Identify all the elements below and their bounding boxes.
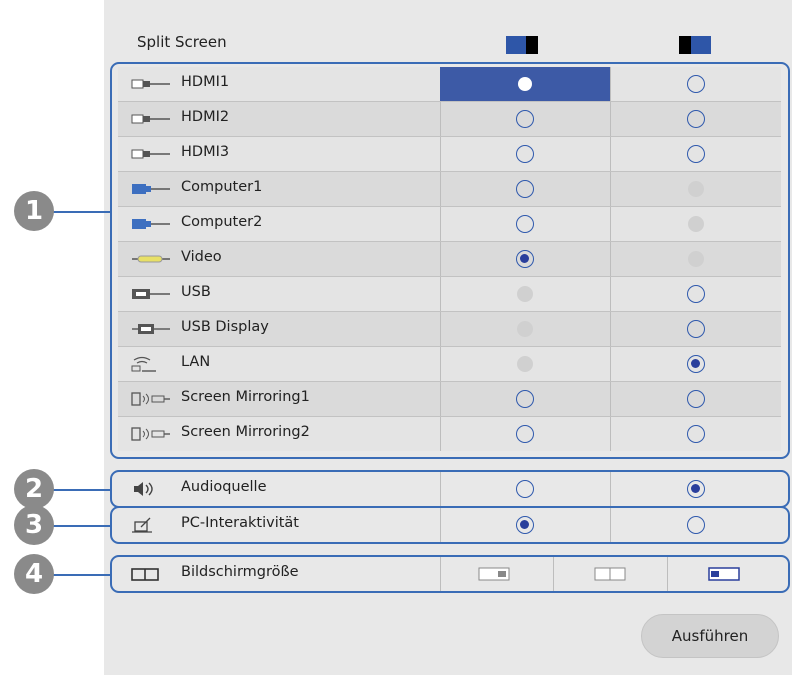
source-group-frame (110, 62, 790, 459)
screen-size-label: Bildschirmgröße (181, 564, 299, 580)
screen-size-row: Bildschirmgröße (118, 557, 781, 591)
pc-right-cell[interactable] (610, 508, 781, 542)
pc-right-radio[interactable] (686, 516, 705, 534)
screen-size-icon (131, 568, 159, 581)
right-larger-option-icon[interactable] (708, 566, 740, 582)
callout-3: 3 (14, 505, 54, 545)
audio-left-cell[interactable] (440, 472, 610, 506)
pc-interactivity-label: PC-Interaktivität (181, 515, 299, 531)
callout-1: 1 (14, 191, 54, 231)
callout-4: 4 (14, 554, 54, 594)
audio-right-radio[interactable] (686, 480, 705, 498)
audio-source-row: Audioquelle (118, 472, 781, 506)
left-screen-header-icon (506, 36, 538, 54)
left-larger-option-icon[interactable] (478, 566, 510, 582)
pc-interactivity-row: PC-Interaktivität (118, 508, 781, 542)
audio-left-radio[interactable] (516, 480, 534, 498)
right-screen-header-icon (679, 36, 711, 54)
speaker-icon (134, 482, 153, 496)
execute-button[interactable]: Ausführen (641, 614, 779, 658)
panel-title: Split Screen (137, 33, 227, 51)
pc-left-cell[interactable] (440, 508, 610, 542)
pc-left-radio[interactable] (516, 516, 534, 534)
callout-2: 2 (14, 469, 54, 509)
equal-size-option-icon[interactable] (594, 566, 626, 582)
pen-tablet-icon (132, 517, 152, 533)
audio-right-cell[interactable] (610, 472, 781, 506)
audio-source-label: Audioquelle (181, 479, 267, 495)
